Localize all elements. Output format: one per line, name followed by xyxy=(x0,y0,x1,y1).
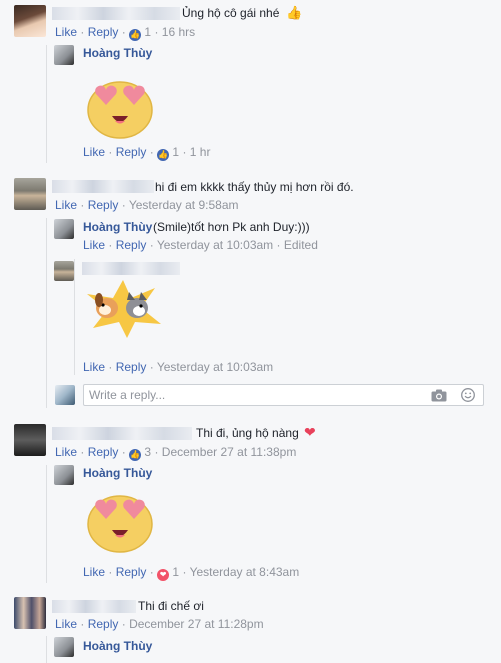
timestamp[interactable]: Yesterday at 10:03am xyxy=(157,238,273,252)
reply-author-avatar[interactable] xyxy=(54,465,74,485)
commenter-avatar[interactable] xyxy=(14,597,46,629)
timestamp[interactable]: 16 hrs xyxy=(162,25,195,39)
timestamp[interactable]: Yesterday at 9:58am xyxy=(129,198,239,212)
comment-actions: Like · Reply · 👍 3 · December 27 at 11:3… xyxy=(55,445,297,461)
reply-link[interactable]: Reply xyxy=(116,145,147,159)
like-link[interactable]: Like xyxy=(55,25,77,39)
reply-author-avatar[interactable] xyxy=(54,45,74,65)
write-reply-box[interactable] xyxy=(83,384,484,406)
reply-thread-line xyxy=(46,636,47,663)
comment-text: Thi đi chế ơi xyxy=(138,599,204,613)
reaction-count[interactable]: 3 xyxy=(144,445,151,459)
redacted-reply-author-name xyxy=(82,262,180,275)
heart-emoji: ❤ xyxy=(304,424,316,440)
reply-thread-line xyxy=(46,465,47,583)
timestamp[interactable]: 1 hr xyxy=(190,145,211,159)
reply-input[interactable] xyxy=(84,385,409,405)
like-link[interactable]: Like xyxy=(83,238,105,252)
reply-author-avatar[interactable] xyxy=(54,637,74,657)
reply-link[interactable]: Reply xyxy=(116,238,147,252)
heart-eyes-sticker xyxy=(87,495,153,553)
smiley-icon[interactable] xyxy=(461,388,475,402)
like-link[interactable]: Like xyxy=(55,617,77,631)
reply-author-name[interactable]: Hoàng Thùy xyxy=(83,466,152,480)
thumbs-up-emoji: 👍 xyxy=(286,5,303,20)
reply-actions: Like · Reply · 👍 1 · 1 hr xyxy=(83,145,211,161)
camera-icon[interactable] xyxy=(431,389,447,402)
comment-text: Thi đi, ủng hộ nàng xyxy=(196,426,299,440)
like-thumb-icon[interactable]: 👍 xyxy=(157,149,170,161)
reply-link[interactable]: Reply xyxy=(88,25,119,39)
timestamp[interactable]: December 27 at 11:38pm xyxy=(162,445,297,459)
reply-actions: Like · Reply · Yesterday at 10:03am xyxy=(83,360,274,374)
reaction-count[interactable]: 1 xyxy=(144,25,151,39)
heart-eyes-sticker xyxy=(87,81,153,139)
reply-link[interactable]: Reply xyxy=(116,565,147,579)
current-user-avatar xyxy=(55,385,75,405)
reply-text: (Smile)tốt hơn Pk anh Duy:))) xyxy=(153,220,310,234)
reply-thread-line xyxy=(46,218,47,408)
timestamp[interactable]: December 27 at 11:28pm xyxy=(129,617,264,631)
timestamp[interactable]: Yesterday at 10:03am xyxy=(157,360,273,374)
commenter-avatar[interactable] xyxy=(14,178,46,210)
comment-actions: Like · Reply · Yesterday at 9:58am xyxy=(55,198,239,212)
like-link[interactable]: Like xyxy=(55,445,77,459)
reply-actions: Like · Reply · ❤ 1 · Yesterday at 8:43am xyxy=(83,565,300,581)
edited-label[interactable]: Edited xyxy=(284,238,318,252)
love-heart-icon[interactable]: ❤ xyxy=(157,569,170,581)
like-thumb-icon[interactable]: 👍 xyxy=(129,449,142,461)
redacted-commenter-name xyxy=(52,427,192,440)
like-link[interactable]: Like xyxy=(55,198,77,212)
redacted-commenter-name xyxy=(52,7,180,20)
comment-actions: Like · Reply · 👍 1 · 16 hrs xyxy=(55,25,196,41)
comment-text: hi đi em kkkk thấy thủy mị hơn rồi đó. xyxy=(155,180,354,194)
reply-link[interactable]: Reply xyxy=(88,198,119,212)
commenter-avatar[interactable] xyxy=(14,424,46,456)
comment-text: Ủng hộ cô gái nhé xyxy=(182,6,280,20)
reply-link[interactable]: Reply xyxy=(88,617,119,631)
like-link[interactable]: Like xyxy=(83,145,105,159)
reply-author-name[interactable]: Hoàng Thùy xyxy=(83,46,152,60)
like-link[interactable]: Like xyxy=(83,565,105,579)
commenter-avatar[interactable] xyxy=(14,5,46,37)
reply-link[interactable]: Reply xyxy=(88,445,119,459)
reply-author-avatar[interactable] xyxy=(54,219,74,239)
reaction-count[interactable]: 1 xyxy=(172,145,179,159)
reply-thread-line xyxy=(74,259,75,375)
reply-actions: Like · Reply · Yesterday at 10:03am · Ed… xyxy=(83,238,318,252)
like-link[interactable]: Like xyxy=(83,360,105,374)
comment-actions: Like · Reply · December 27 at 11:28pm xyxy=(55,617,264,631)
reaction-count[interactable]: 1 xyxy=(172,565,179,579)
timestamp[interactable]: Yesterday at 8:43am xyxy=(190,565,300,579)
reply-author-name[interactable]: Hoàng Thùy xyxy=(83,639,152,653)
reply-link[interactable]: Reply xyxy=(116,360,147,374)
reply-author-name[interactable]: Hoàng Thùy xyxy=(83,220,152,234)
like-thumb-icon[interactable]: 👍 xyxy=(129,29,142,41)
reply-author-avatar[interactable] xyxy=(54,261,74,281)
cartoon-dogs-sticker xyxy=(87,280,161,338)
redacted-commenter-name xyxy=(52,600,136,613)
reply-thread-line xyxy=(46,45,47,163)
redacted-commenter-name xyxy=(52,180,154,193)
